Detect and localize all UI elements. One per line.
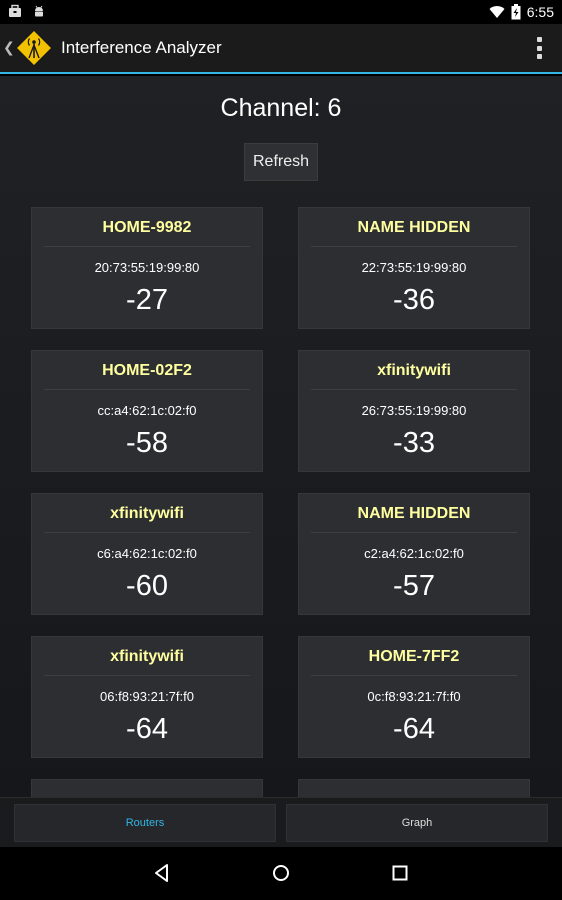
router-mac: 0c:f8:93:21:7f:f0 [367, 689, 461, 704]
router-mac: cc:a4:62:1c:02:f0 [97, 403, 197, 418]
divider [311, 532, 517, 533]
tab-graph[interactable]: Graph [286, 804, 548, 842]
divider [44, 389, 250, 390]
router-card[interactable]: HOME-9982 20:73:55:19:99:80 -27 [31, 207, 263, 329]
router-card[interactable]: xfinitywifi 06:f8:93:21:7f:f0 -64 [31, 636, 263, 758]
router-card[interactable]: xfinitywifi 26:73:55:19:99:80 -33 [298, 350, 530, 472]
divider [44, 675, 250, 676]
router-ssid: NAME HIDDEN [357, 219, 471, 236]
tab-routers[interactable]: Routers [14, 804, 276, 842]
router-signal: -57 [393, 570, 435, 602]
routers-panel: Channel: 6 Refresh HOME-9982 20:73:55:19… [0, 76, 562, 797]
router-card[interactable]: NAME HIDDEN c2:a4:62:1c:02:f0 -57 [298, 493, 530, 615]
router-card[interactable] [298, 779, 530, 797]
router-ssid: xfinitywifi [110, 505, 184, 522]
home-icon[interactable] [269, 861, 293, 885]
divider [311, 675, 517, 676]
router-ssid: HOME-7FF2 [368, 648, 460, 665]
refresh-button[interactable]: Refresh [244, 143, 318, 181]
router-signal: -36 [393, 284, 435, 316]
android-notification-icon [35, 5, 43, 17]
router-signal: -27 [126, 284, 168, 316]
router-ssid: xfinitywifi [377, 362, 451, 379]
router-signal: -33 [393, 427, 435, 459]
router-card[interactable]: HOME-02F2 cc:a4:62:1c:02:f0 -58 [31, 350, 263, 472]
router-mac: c6:a4:62:1c:02:f0 [97, 546, 197, 561]
system-navigation-bar [0, 847, 562, 900]
router-card[interactable]: HOME-7FF2 0c:f8:93:21:7f:f0 -64 [298, 636, 530, 758]
app-title: Interference Analyzer [61, 38, 222, 57]
router-mac: c2:a4:62:1c:02:f0 [364, 546, 464, 561]
router-signal: -60 [126, 570, 168, 602]
divider [44, 532, 250, 533]
channel-label: Channel: 6 [220, 94, 342, 122]
divider [311, 389, 517, 390]
router-ssid: HOME-02F2 [102, 362, 192, 379]
wifi-signal-icon [489, 6, 505, 19]
router-card[interactable]: NAME HIDDEN 22:73:55:19:99:80 -36 [298, 207, 530, 329]
recents-icon[interactable] [388, 861, 412, 885]
status-bar: 6:55 [0, 0, 562, 24]
router-mac: 22:73:55:19:99:80 [361, 260, 467, 275]
battery-charging-icon [511, 4, 521, 20]
router-signal: -58 [126, 427, 168, 459]
app-logo-icon[interactable] [14, 28, 54, 68]
divider [311, 246, 517, 247]
overflow-menu-icon[interactable] [536, 37, 542, 59]
router-signal: -64 [126, 713, 168, 745]
router-mac: 26:73:55:19:99:80 [361, 403, 467, 418]
back-icon[interactable] [150, 861, 174, 885]
tab-bar: Routers Graph [0, 797, 562, 847]
router-card[interactable]: xfinitywifi c6:a4:62:1c:02:f0 -60 [31, 493, 263, 615]
divider [44, 246, 250, 247]
briefcase-notification-icon [9, 4, 21, 17]
up-navigation-icon[interactable]: ❮ [3, 39, 15, 56]
router-mac: 20:73:55:19:99:80 [94, 260, 200, 275]
clock: 6:55 [526, 4, 554, 20]
router-card[interactable] [31, 779, 263, 797]
router-ssid: NAME HIDDEN [357, 505, 471, 522]
router-ssid: xfinitywifi [110, 648, 184, 665]
router-signal: -64 [393, 713, 435, 745]
router-mac: 06:f8:93:21:7f:f0 [100, 689, 194, 704]
router-ssid: HOME-9982 [102, 219, 192, 236]
action-bar: ❮ Interference Analyzer [0, 24, 562, 74]
